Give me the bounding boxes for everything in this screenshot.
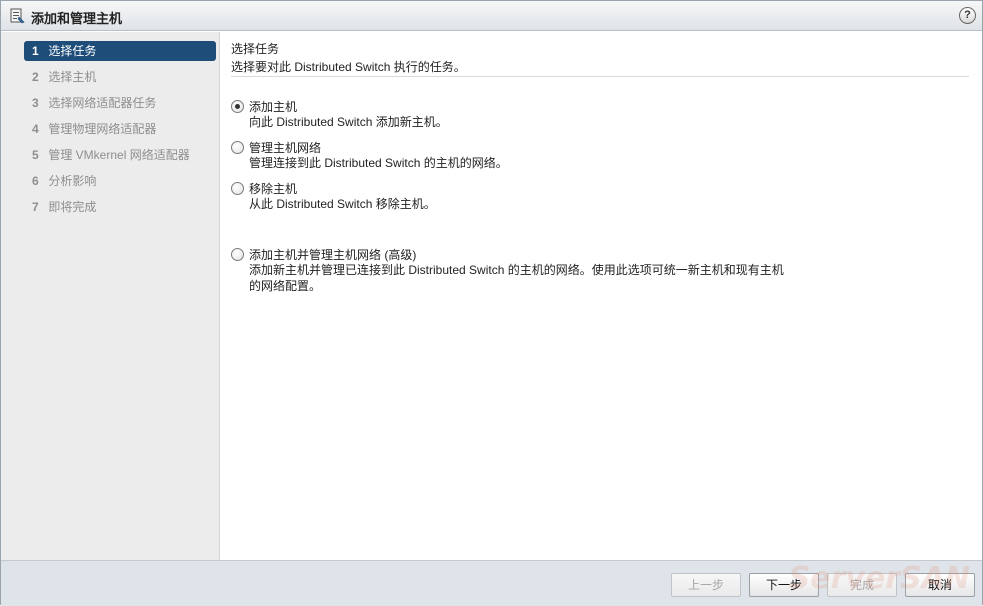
wizard-icon: [10, 8, 25, 24]
step-number: 2: [32, 70, 39, 84]
step-number: 7: [32, 200, 39, 214]
manage-host-networking-radio[interactable]: [231, 141, 244, 154]
step-number: 6: [32, 174, 39, 188]
title-bar: 添加和管理主机 ?: [1, 1, 982, 31]
remove-hosts-radio[interactable]: [231, 182, 244, 195]
wizard-footer: 上一步 下一步 完成 取消: [1, 560, 982, 606]
step-number: 1: [32, 44, 39, 58]
back-button[interactable]: 上一步: [671, 573, 741, 597]
cancel-button[interactable]: 取消: [905, 573, 975, 597]
step-label: 选择网络适配器任务: [48, 96, 157, 110]
step-select-adapter-tasks: 3 选择网络适配器任务: [24, 93, 216, 113]
page-subtitle: 选择要对此 Distributed Switch 执行的任务。: [231, 60, 466, 74]
option-label: 添加主机: [249, 100, 298, 114]
step-manage-physical-adapters: 4 管理物理网络适配器: [24, 119, 216, 139]
step-analyze-impact: 6 分析影响: [24, 171, 216, 191]
step-ready-to-complete: 7 即将完成: [24, 197, 216, 217]
step-label: 选择任务: [48, 44, 97, 58]
wizard-steps-sidebar: 1 选择任务 2 选择主机 3 选择网络适配器任务 4 管理物理网络适配器 5 …: [1, 32, 220, 560]
option-label: 管理主机网络: [249, 141, 322, 155]
step-number: 4: [32, 122, 39, 136]
next-button[interactable]: 下一步: [749, 573, 819, 597]
window-title: 添加和管理主机: [31, 11, 123, 26]
add-hosts-radio[interactable]: [231, 100, 244, 113]
option-description: 添加新主机并管理已连接到此 Distributed Switch 的主机的网络。…: [249, 263, 784, 293]
option-label: 添加主机并管理主机网络 (高级): [249, 248, 417, 262]
step-number: 5: [32, 148, 39, 162]
finish-button[interactable]: 完成: [827, 573, 897, 597]
add-and-manage-hosts-radio[interactable]: [231, 248, 244, 261]
option-label: 移除主机: [249, 182, 298, 196]
step-select-hosts: 2 选择主机: [24, 67, 216, 87]
wizard-window: 添加和管理主机 ? 1 选择任务 2 选择主机 3 选择网络适配器任务 4 管理…: [0, 0, 983, 606]
option-description: 向此 Distributed Switch 添加新主机。: [249, 115, 448, 129]
step-label: 管理物理网络适配器: [48, 122, 157, 136]
step-number: 3: [32, 96, 39, 110]
page-title: 选择任务: [231, 42, 280, 56]
step-manage-vmkernel-adapters: 5 管理 VMkernel 网络适配器: [24, 145, 216, 165]
help-button[interactable]: ?: [959, 7, 976, 24]
option-description: 从此 Distributed Switch 移除主机。: [249, 197, 436, 211]
wizard-content: 选择任务 选择要对此 Distributed Switch 执行的任务。 添加主…: [221, 32, 982, 560]
step-select-task[interactable]: 1 选择任务: [24, 41, 216, 61]
divider: [231, 76, 969, 77]
step-label: 分析影响: [48, 174, 97, 188]
step-label: 选择主机: [48, 70, 97, 84]
step-label: 管理 VMkernel 网络适配器: [48, 148, 190, 162]
step-label: 即将完成: [48, 200, 97, 214]
option-description: 管理连接到此 Distributed Switch 的主机的网络。: [249, 156, 508, 170]
